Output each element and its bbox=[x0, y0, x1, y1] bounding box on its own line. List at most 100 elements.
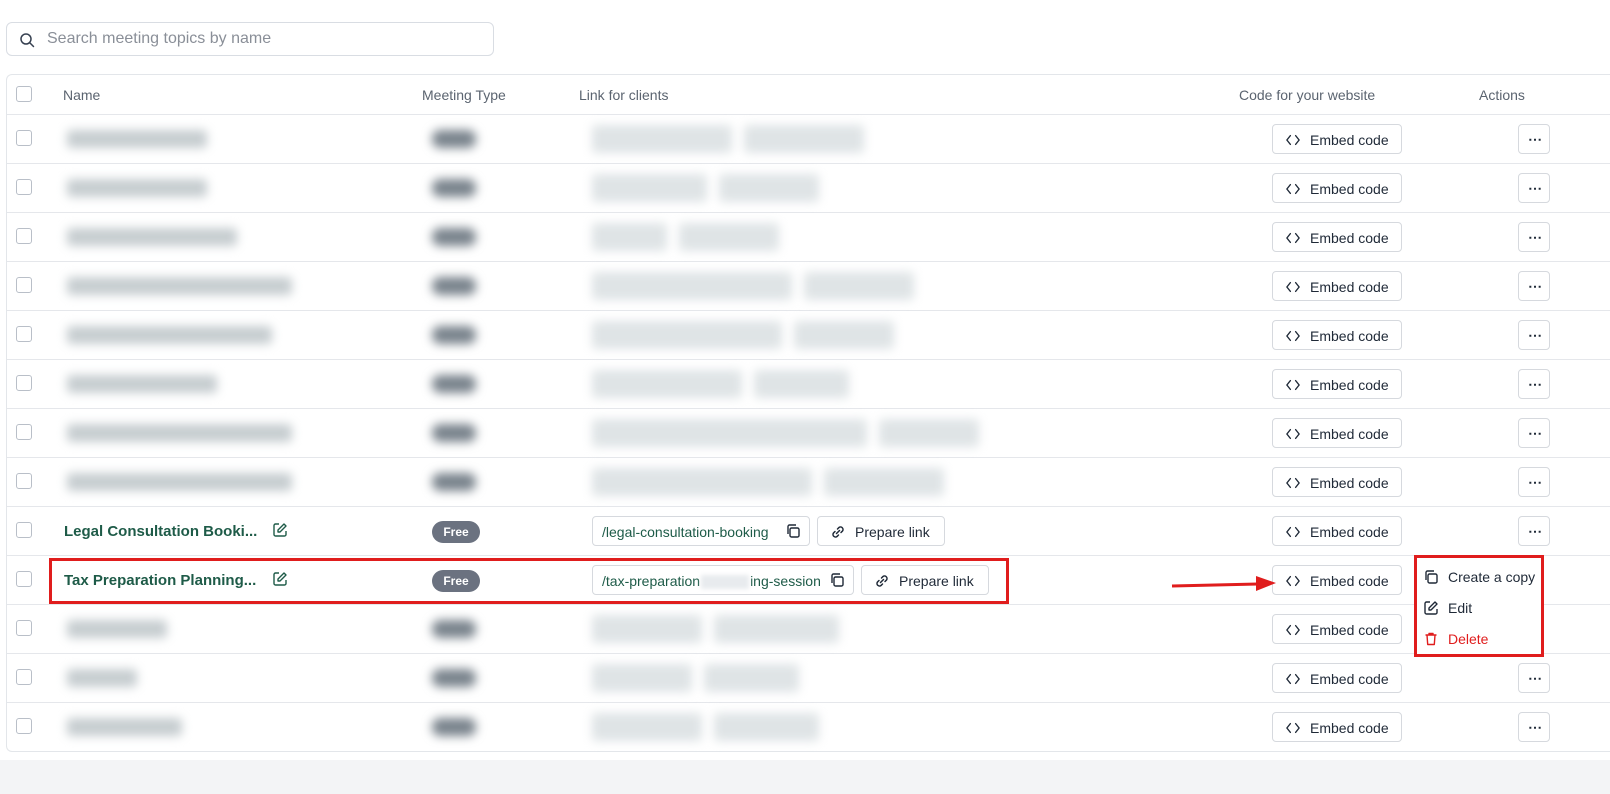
actions-menu-button[interactable]: ⋯ bbox=[1518, 418, 1550, 448]
menu-item-create-copy[interactable]: Create a copy bbox=[1423, 565, 1543, 589]
redacted-name bbox=[67, 326, 272, 344]
search-box[interactable] bbox=[6, 22, 494, 56]
code-icon bbox=[1285, 427, 1301, 444]
row-checkbox[interactable] bbox=[16, 522, 32, 538]
code-icon bbox=[1285, 280, 1301, 297]
redacted-name bbox=[67, 277, 292, 295]
actions-menu-button[interactable]: ⋯ bbox=[1518, 271, 1550, 301]
code-icon bbox=[1285, 721, 1301, 738]
embed-code-button[interactable]: Embed code bbox=[1272, 663, 1402, 693]
trash-icon bbox=[1425, 632, 1437, 646]
row-checkbox[interactable] bbox=[16, 228, 32, 244]
more-icon: ⋯ bbox=[1528, 229, 1542, 245]
actions-menu-button[interactable]: ⋯ bbox=[1518, 124, 1550, 154]
embed-code-button[interactable]: Embed code bbox=[1272, 222, 1402, 252]
redacted-type bbox=[432, 277, 476, 295]
row-checkbox[interactable] bbox=[16, 571, 32, 587]
redacted-name bbox=[67, 620, 167, 638]
menu-item-delete[interactable]: Delete bbox=[1423, 627, 1543, 651]
embed-code-button[interactable]: Embed code bbox=[1272, 614, 1402, 644]
table-row: Embed code ⋯ bbox=[7, 458, 1610, 507]
redacted-prepare bbox=[714, 615, 839, 643]
copy-icon[interactable] bbox=[785, 523, 801, 539]
redacted-prepare bbox=[744, 125, 864, 153]
redacted-prepare bbox=[714, 713, 819, 741]
more-icon: ⋯ bbox=[1528, 474, 1542, 490]
redacted-link bbox=[592, 419, 867, 447]
prepare-link-button[interactable]: Prepare link bbox=[817, 516, 945, 546]
actions-menu-button[interactable]: ⋯ bbox=[1518, 516, 1550, 546]
code-icon bbox=[1285, 231, 1301, 248]
redacted-type bbox=[432, 669, 476, 687]
redacted-link bbox=[592, 615, 702, 643]
select-all-checkbox[interactable] bbox=[16, 86, 32, 102]
actions-menu-button[interactable]: ⋯ bbox=[1518, 173, 1550, 203]
meeting-topics-table: Name Meeting Type Link for clients Code … bbox=[6, 74, 1610, 752]
table-row: Embed code ⋯ bbox=[7, 703, 1610, 752]
code-icon bbox=[1285, 378, 1301, 395]
row-checkbox[interactable] bbox=[16, 424, 32, 440]
row-checkbox[interactable] bbox=[16, 179, 32, 195]
client-link[interactable]: /legal-consultation-booking bbox=[592, 516, 810, 546]
redacted-link bbox=[592, 125, 732, 153]
code-icon bbox=[1285, 476, 1301, 493]
actions-menu-button[interactable]: ⋯ bbox=[1518, 320, 1550, 350]
code-icon bbox=[1285, 672, 1301, 689]
redacted-prepare bbox=[754, 370, 849, 398]
table-row: Embed code ⋯ bbox=[7, 262, 1610, 311]
more-icon: ⋯ bbox=[1528, 278, 1542, 294]
actions-menu-button[interactable]: ⋯ bbox=[1518, 712, 1550, 742]
meeting-name[interactable]: Legal Consultation Booki... bbox=[64, 523, 257, 540]
table-row: Embed code ⋯ bbox=[7, 311, 1610, 360]
header-meeting-type: Meeting Type bbox=[422, 87, 506, 103]
embed-code-button[interactable]: Embed code bbox=[1272, 516, 1402, 546]
more-icon: ⋯ bbox=[1528, 327, 1542, 343]
more-icon: ⋯ bbox=[1528, 425, 1542, 441]
embed-code-button[interactable]: Embed code bbox=[1272, 712, 1402, 742]
redacted-type bbox=[432, 424, 476, 442]
search-input[interactable] bbox=[47, 23, 477, 55]
redacted-prepare bbox=[794, 321, 894, 349]
more-icon: ⋯ bbox=[1528, 523, 1542, 539]
redacted-prepare bbox=[879, 419, 979, 447]
redacted-prepare bbox=[719, 174, 819, 202]
embed-code-button[interactable]: Embed code bbox=[1272, 369, 1402, 399]
edit-icon[interactable] bbox=[272, 522, 288, 538]
redacted-prepare bbox=[704, 664, 799, 692]
row-checkbox[interactable] bbox=[16, 326, 32, 342]
embed-code-button[interactable]: Embed code bbox=[1272, 173, 1402, 203]
redacted-link bbox=[592, 664, 692, 692]
redacted-link bbox=[592, 272, 792, 300]
row-checkbox[interactable] bbox=[16, 473, 32, 489]
embed-code-button[interactable]: Embed code bbox=[1272, 467, 1402, 497]
annotation-arrow bbox=[1171, 576, 1276, 591]
header-link: Link for clients bbox=[579, 87, 669, 103]
table-row: Embed code ⋯ bbox=[7, 213, 1610, 262]
row-checkbox[interactable] bbox=[16, 718, 32, 734]
redacted-name bbox=[67, 228, 237, 246]
redacted-link bbox=[592, 370, 742, 398]
embed-code-button[interactable]: Embed code bbox=[1272, 565, 1402, 595]
menu-item-edit[interactable]: Edit bbox=[1423, 596, 1543, 620]
actions-menu-button[interactable]: ⋯ bbox=[1518, 663, 1550, 693]
embed-code-button[interactable]: Embed code bbox=[1272, 320, 1402, 350]
actions-menu-button[interactable]: ⋯ bbox=[1518, 369, 1550, 399]
row-checkbox[interactable] bbox=[16, 130, 32, 146]
embed-code-button[interactable]: Embed code bbox=[1272, 418, 1402, 448]
embed-code-button[interactable]: Embed code bbox=[1272, 271, 1402, 301]
redacted-name bbox=[67, 375, 217, 393]
code-icon bbox=[1285, 574, 1301, 591]
row-checkbox[interactable] bbox=[16, 375, 32, 391]
actions-dropdown-menu: Create a copy Edit Delete bbox=[1414, 555, 1544, 657]
highlight-box-row bbox=[49, 558, 1009, 604]
actions-menu-button[interactable]: ⋯ bbox=[1518, 467, 1550, 497]
more-icon: ⋯ bbox=[1528, 180, 1542, 196]
copy-icon bbox=[1425, 570, 1438, 584]
actions-menu-button[interactable]: ⋯ bbox=[1518, 222, 1550, 252]
row-checkbox[interactable] bbox=[16, 277, 32, 293]
redacted-prepare bbox=[804, 272, 914, 300]
redacted-link bbox=[592, 174, 707, 202]
row-checkbox[interactable] bbox=[16, 620, 32, 636]
row-checkbox[interactable] bbox=[16, 669, 32, 685]
embed-code-button[interactable]: Embed code bbox=[1272, 124, 1402, 154]
